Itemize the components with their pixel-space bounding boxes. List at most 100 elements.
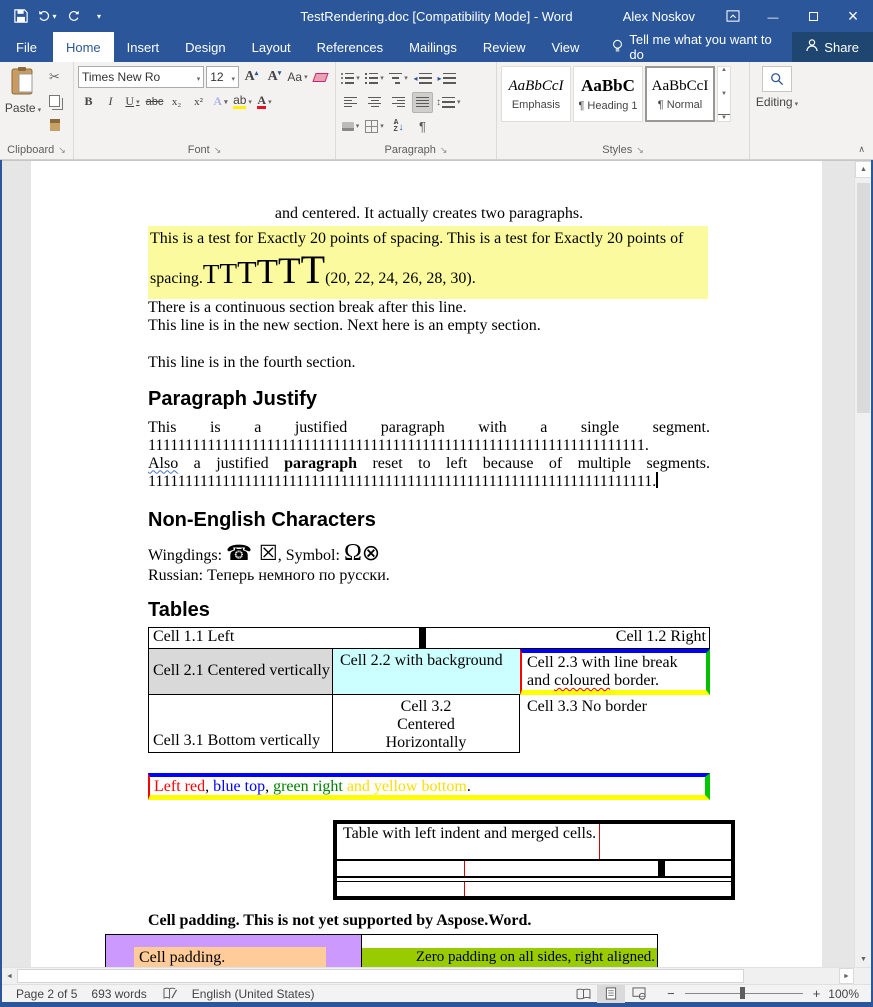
merged-caption-cell[interactable]: Table with left indent and merged cells. [337,824,600,859]
vertical-scrollbar[interactable] [854,161,871,967]
format-painter-icon[interactable] [44,114,65,135]
line-spacing-button[interactable] [436,92,461,113]
style-card-emphasis[interactable]: AaBbCcI Emphasis [501,66,571,122]
style-card-heading1[interactable]: AaBbC ¶ Heading 1 [573,66,643,122]
tab-review[interactable]: Review [470,32,539,62]
non-english-heading[interactable]: Non-English Characters [148,509,710,531]
tab-layout[interactable]: Layout [239,32,304,62]
proofing-icon[interactable] [163,987,178,1000]
sort-button[interactable]: AZ [388,116,409,137]
russian-line[interactable]: Russian: Теперь немного по русски. [148,567,710,585]
numbering-button[interactable] [364,68,385,89]
superscript-button[interactable]: x² [188,91,209,112]
minimize-button[interactable] [753,0,793,32]
tab-insert[interactable]: Insert [114,32,173,62]
share-button[interactable]: Share [792,32,873,62]
centered-paragraph[interactable]: and centered. It actually creates two pa… [148,205,710,223]
horizontal-scrollbar[interactable] [2,967,871,984]
cell-3-1[interactable]: Cell 3.1 Bottom vertically [148,695,333,753]
padded-cell[interactable]: Cell padding. Top: 0.1, bottom 0.2 [105,935,362,967]
multilevel-list-button[interactable] [388,68,409,89]
cell-2-2[interactable]: Cell 2.2 with background [333,649,520,695]
horizontal-scrollbar-thumb[interactable] [17,969,744,983]
cell-2-3[interactable]: Cell 2.3 with line break and coloured bo… [520,649,710,695]
bold-button[interactable]: B [78,91,99,112]
tab-view[interactable]: View [538,32,592,62]
maximize-button[interactable] [793,0,833,32]
cell-padding-table[interactable]: Cell padding. Top: 0.1, bottom 0.2 Zero … [105,934,658,967]
decrease-indent-button[interactable] [412,68,433,89]
zoom-out-icon[interactable] [667,986,675,1001]
underline-button[interactable]: U [122,91,143,112]
copy-icon[interactable] [44,90,65,111]
collapse-ribbon-icon[interactable] [858,144,865,155]
vertical-scrollbar-thumb[interactable] [857,183,870,413]
editing-label[interactable]: Editing [756,95,798,109]
grow-font-button[interactable]: A [241,67,262,88]
styles-more-icon[interactable]: ▼ [718,114,730,121]
empty-cell[interactable] [600,824,731,859]
empty-cell[interactable] [337,861,465,876]
empty-cell[interactable] [665,861,731,876]
shading-button[interactable] [340,116,361,137]
text-effects-button[interactable]: A [210,91,231,112]
font-color-button[interactable]: A [254,91,275,112]
document-page[interactable]: and centered. It actually creates two pa… [31,161,822,967]
web-layout-icon[interactable] [625,985,653,1003]
styles-dialog-launcher-icon[interactable] [636,144,644,156]
cell-1-2[interactable]: Cell 1.2 Right [426,628,709,648]
read-mode-icon[interactable] [569,985,597,1003]
coloured-border-paragraph[interactable]: Left red, blue top, green right and yell… [148,773,710,800]
tab-home[interactable]: Home [53,32,114,62]
tab-design[interactable]: Design [172,32,238,62]
align-center-button[interactable] [364,92,385,113]
find-button[interactable] [762,66,792,92]
tell-me-box[interactable]: Tell me what you want to do [606,32,792,62]
new-section-line[interactable]: This line is in the new section. Next he… [148,317,710,335]
font-dialog-launcher-icon[interactable] [214,144,222,156]
language-indicator[interactable]: English (United States) [192,987,315,1001]
bullets-button[interactable] [340,68,361,89]
paragraph-dialog-launcher-icon[interactable] [440,144,448,156]
empty-cell[interactable] [465,861,665,876]
cell-2-1[interactable]: Cell 2.1 Centered vertically [148,649,333,695]
empty-cell[interactable] [337,882,465,896]
zero-padding-cell[interactable]: Zero padding on all sides, right aligned… [362,935,658,967]
tab-mailings[interactable]: Mailings [396,32,470,62]
ribbon-display-options-icon[interactable] [713,0,753,32]
strikethrough-button[interactable]: abc [144,91,165,112]
highlight-color-button[interactable]: ab [232,91,253,112]
undo-caret-icon[interactable]: ▾ [52,12,56,21]
highlighted-paragraph[interactable]: This is a test for Exactly 20 points of … [148,226,708,299]
borders-button[interactable] [364,116,385,137]
scroll-right-icon[interactable] [839,968,854,984]
customize-quick-access-icon[interactable]: ▾ [88,5,110,27]
print-layout-icon[interactable] [597,985,625,1003]
test-table-1[interactable]: Cell 1.1 Left Cell 1.2 Right Cell 2.1 Ce… [148,627,710,753]
word-count[interactable]: 693 words [91,987,146,1001]
scroll-up-icon[interactable] [855,161,871,178]
undo-icon[interactable]: ▾ [36,5,58,27]
tab-file[interactable]: File [0,32,53,62]
subscript-button[interactable]: x₂ [166,91,187,112]
clipboard-dialog-launcher-icon[interactable] [58,144,66,156]
show-hide-marks-button[interactable]: ¶ [412,116,433,137]
zoom-in-icon[interactable] [813,986,821,1001]
zoom-slider-thumb[interactable] [740,987,745,999]
cell-3-2[interactable]: Cell 3.2 Centered Horizontally [333,695,520,753]
wingdings-line[interactable]: Wingdings: ☎ ☒, Symbol: Ω⊗ [148,540,710,567]
font-size-combo[interactable]: 12 [206,66,239,88]
close-button[interactable] [833,0,873,32]
justified-paragraph-1[interactable]: This is a justified paragraph with a sin… [148,419,710,455]
align-left-button[interactable] [340,92,361,113]
merged-cells-table[interactable]: Table with left indent and merged cells. [333,820,735,900]
fourth-section-line[interactable]: This line is in the fourth section. [148,354,710,372]
account-name[interactable]: Alex Noskov [623,9,695,24]
change-case-button[interactable]: Aa [287,67,308,88]
cell-3-3[interactable]: Cell 3.3 No border [520,695,710,753]
styles-scroll-up-icon[interactable]: ▲ [718,67,730,73]
tables-heading[interactable]: Tables [148,599,710,621]
font-name-combo[interactable]: Times New Ro [78,66,204,88]
zoom-slider[interactable] [685,993,803,994]
cell-padding-title[interactable]: Cell padding. This is not yet supported … [148,912,710,930]
